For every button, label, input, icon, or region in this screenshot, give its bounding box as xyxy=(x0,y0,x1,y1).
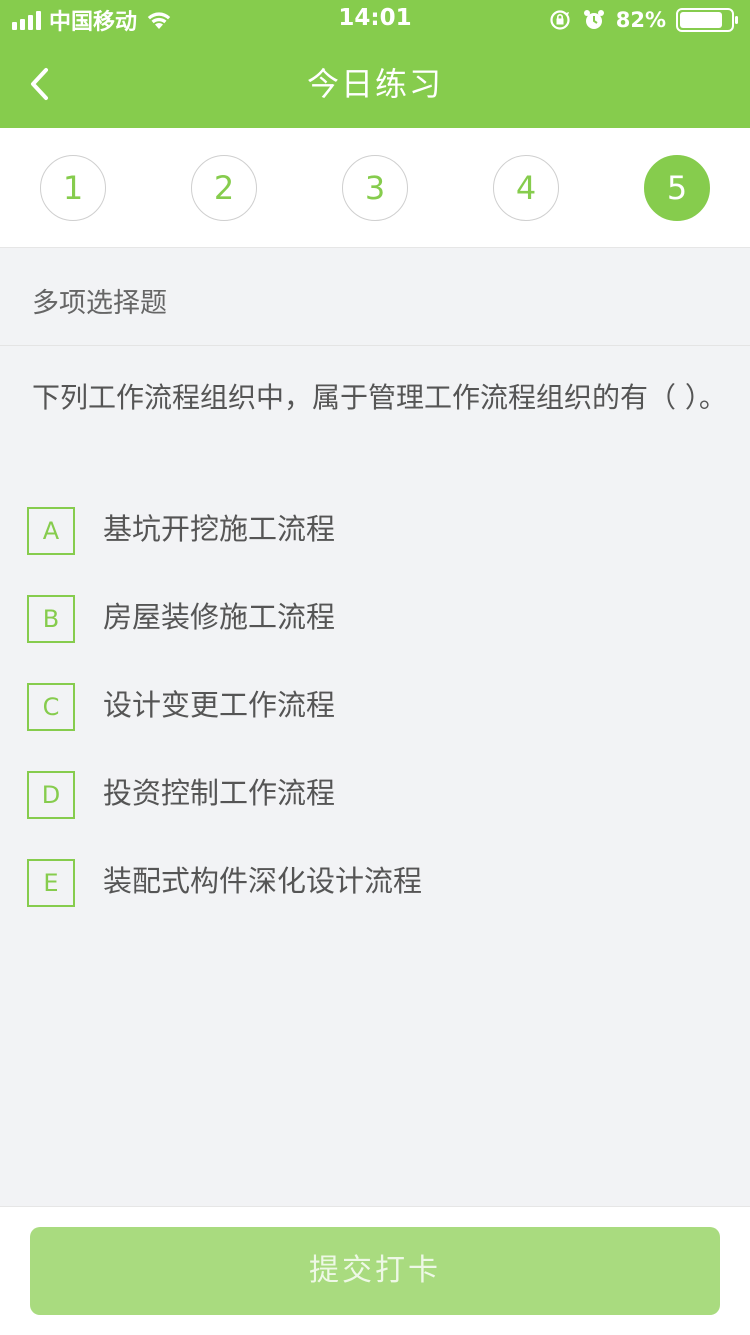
submit-checkin-button[interactable]: 提交打卡 xyxy=(30,1227,720,1315)
option-b[interactable]: B 房屋装修施工流程 xyxy=(27,595,717,643)
navigation-bar: 今日练习 xyxy=(0,40,750,128)
option-e[interactable]: E 装配式构件深化设计流程 xyxy=(27,859,717,907)
question-number-2[interactable]: 2 xyxy=(191,155,257,221)
option-a[interactable]: A 基坑开挖施工流程 xyxy=(27,507,717,555)
question-stem: 下列工作流程组织中，属于管理工作流程组织的有（ ）。 xyxy=(32,381,727,414)
option-text-a: 基坑开挖施工流程 xyxy=(103,512,336,546)
question-type-label: 多项选择题 xyxy=(32,288,167,319)
app-header: 中国移动 14:01 82% 今日练习 xyxy=(0,0,750,128)
status-right: 82% xyxy=(548,6,740,34)
question-number-5-active[interactable]: 5 xyxy=(644,155,710,221)
option-letter-b: B xyxy=(27,595,75,643)
option-text-e: 装配式构件深化设计流程 xyxy=(103,864,423,898)
lock-rotation-icon xyxy=(550,10,570,30)
option-text-c: 设计变更工作流程 xyxy=(103,688,336,722)
option-letter-c: C xyxy=(27,683,75,731)
battery-percentage: 82% xyxy=(615,8,666,32)
alarm-icon xyxy=(583,10,604,29)
option-text-b: 房屋装修施工流程 xyxy=(103,600,336,634)
option-letter-d: D xyxy=(27,771,75,819)
question-number-4[interactable]: 4 xyxy=(493,155,559,221)
question-number-3[interactable]: 3 xyxy=(342,155,408,221)
option-c[interactable]: C 设计变更工作流程 xyxy=(27,683,717,731)
page-title: 今日练习 xyxy=(306,65,443,103)
option-d[interactable]: D 投资控制工作流程 xyxy=(27,771,717,819)
option-text-d: 投资控制工作流程 xyxy=(103,776,336,810)
option-letter-e: E xyxy=(27,859,75,907)
battery-icon xyxy=(676,8,738,32)
question-type-section: 多项选择题 xyxy=(0,248,750,346)
status-bar: 中国移动 14:01 82% xyxy=(0,0,750,40)
footer: 提交打卡 xyxy=(0,1206,750,1335)
option-letter-a: A xyxy=(27,507,75,555)
question-number-1[interactable]: 1 xyxy=(40,155,106,221)
question-number-bar: 1 2 3 4 5 xyxy=(0,128,750,248)
